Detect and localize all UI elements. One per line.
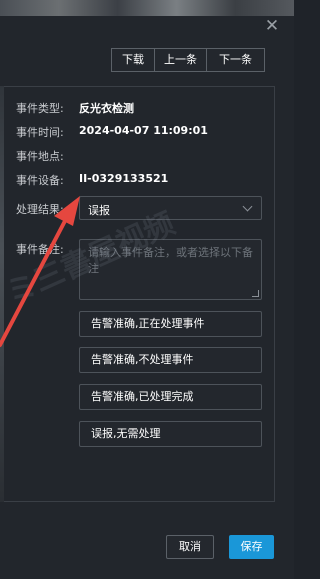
- previous-button[interactable]: 上一条: [154, 48, 207, 72]
- remark-placeholder: 请输入事件备注，或者选择以下备注: [88, 246, 253, 275]
- remark-label: 事件备注:: [16, 243, 64, 256]
- cancel-button[interactable]: 取消: [166, 535, 214, 559]
- result-row: 处理结果:: [16, 201, 64, 217]
- result-label: 处理结果:: [16, 203, 64, 216]
- resize-handle-icon[interactable]: [252, 290, 259, 297]
- event-time-value: 2024-04-07 11:09:01: [79, 124, 208, 137]
- remark-row: 事件备注:: [16, 241, 64, 257]
- download-button[interactable]: 下载: [111, 48, 155, 72]
- event-type-value: 反光衣检测: [79, 102, 134, 115]
- remark-textarea[interactable]: 请输入事件备注，或者选择以下备注: [79, 239, 262, 300]
- event-snapshot-image[interactable]: [0, 86, 4, 502]
- event-location-label: 事件地点:: [16, 150, 64, 163]
- quick-remark-button[interactable]: 告警准确,不处理事件: [79, 347, 262, 373]
- chevron-down-icon: [242, 201, 253, 212]
- background-image-strip: [0, 0, 294, 16]
- close-icon[interactable]: ✕: [262, 16, 282, 36]
- quick-remark-button[interactable]: 告警准确,已处理完成: [79, 384, 262, 410]
- event-time-row: 事件时间: 2024-04-07 11:09:01: [16, 124, 208, 140]
- event-device-row: 事件设备: II-0329133521: [16, 172, 168, 188]
- quick-remark-button[interactable]: 告警准确,正在处理事件: [79, 311, 262, 337]
- event-time-label: 事件时间:: [16, 126, 64, 139]
- event-device-label: 事件设备:: [16, 174, 64, 187]
- event-type-label: 事件类型:: [16, 102, 64, 115]
- save-button[interactable]: 保存: [229, 535, 274, 559]
- result-select[interactable]: 误报: [79, 196, 262, 220]
- event-location-row: 事件地点:: [16, 148, 64, 164]
- quick-remark-button[interactable]: 误报,无需处理: [79, 421, 262, 447]
- event-device-value: II-0329133521: [79, 172, 169, 185]
- result-select-value: 误报: [88, 204, 110, 217]
- toolbar: 下载 上一条 下一条: [111, 48, 265, 72]
- event-type-row: 事件类型: 反光衣检测: [16, 100, 134, 116]
- next-button[interactable]: 下一条: [206, 48, 265, 72]
